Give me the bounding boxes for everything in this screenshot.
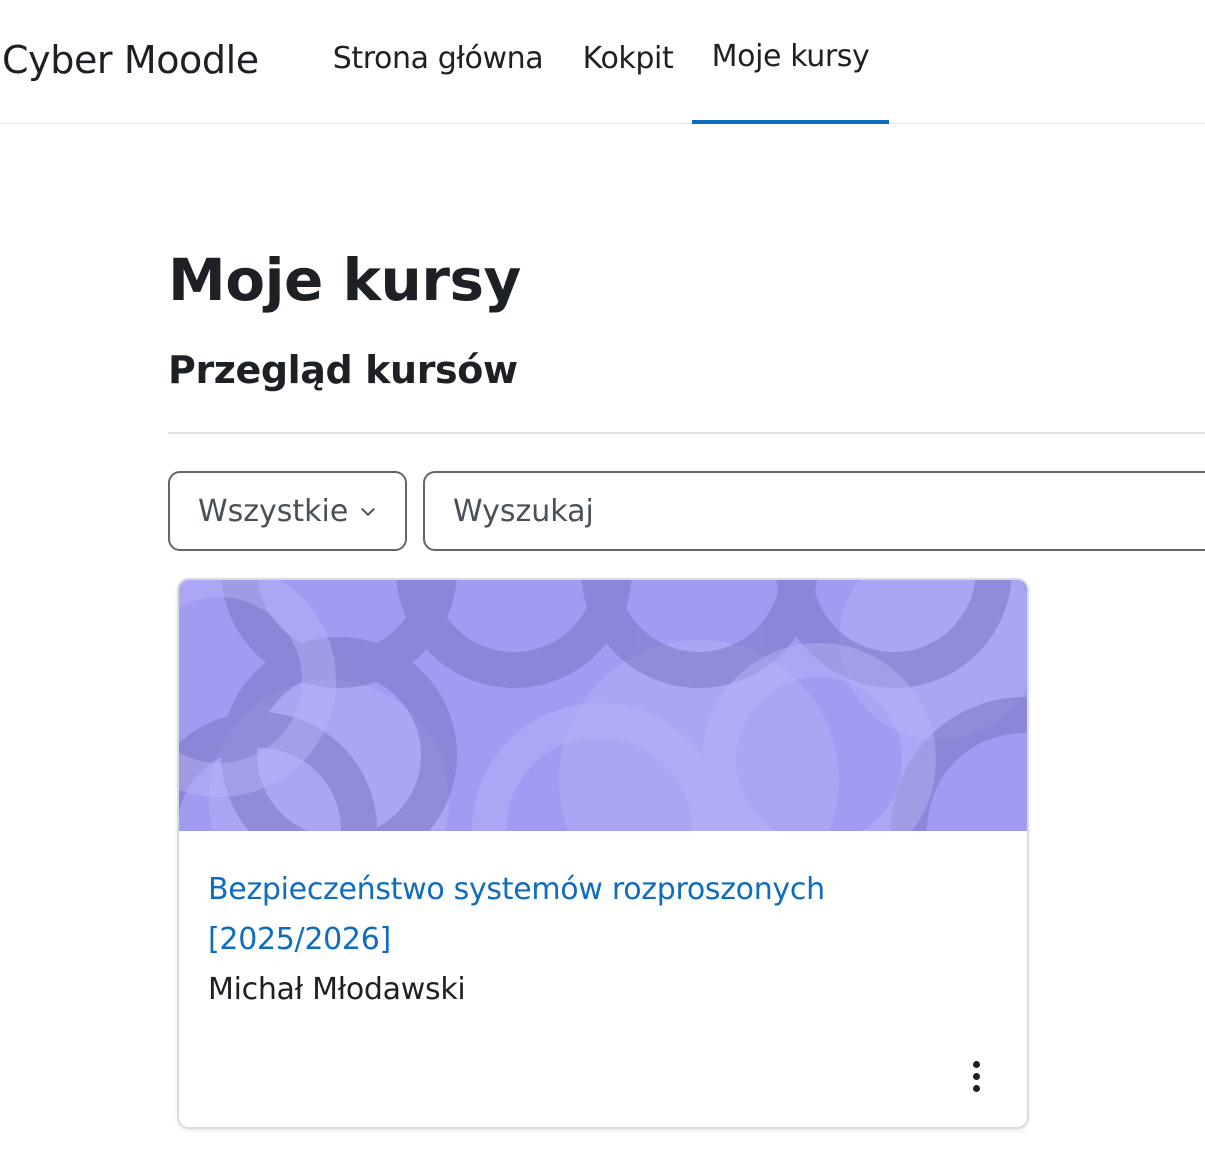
course-name-link[interactable]: Bezpieczeństwo systemów rozproszonych [2…: [208, 865, 998, 965]
top-navbar: Cyber Moodle Strona główna Kokpit Moje k…: [0, 0, 1205, 124]
section-title: Przegląd kursów: [168, 348, 518, 392]
course-body: Bezpieczeństwo systemów rozproszonych [2…: [208, 865, 998, 1015]
page-title: Moje kursy: [168, 246, 521, 314]
course-image[interactable]: [179, 580, 1027, 831]
site-brand[interactable]: Cyber Moodle: [2, 36, 259, 84]
search-input[interactable]: [423, 471, 1205, 551]
nav-item-label: Kokpit: [582, 40, 674, 76]
nav-item-my-courses[interactable]: Moje kursy: [692, 0, 889, 124]
section-divider: [168, 432, 1205, 434]
nav-item-label: Moje kursy: [711, 38, 870, 74]
nav-item-dashboard[interactable]: Kokpit: [564, 0, 692, 124]
menu-dot: [972, 1072, 980, 1080]
menu-dot: [972, 1084, 980, 1092]
chevron-down-icon: [361, 508, 375, 516]
grouping-dropdown[interactable]: Wszystkie: [168, 471, 407, 551]
course-card: Bezpieczeństwo systemów rozproszonych [2…: [177, 578, 1029, 1129]
grouping-dropdown-value: Wszystkie: [198, 493, 349, 529]
nav-item-home[interactable]: Strona główna: [316, 0, 560, 124]
course-actions-menu-button[interactable]: [961, 1054, 991, 1098]
course-teacher: Michał Młodawski: [208, 972, 466, 1007]
more-vertical-icon: [972, 1060, 980, 1068]
nav-item-label: Strona główna: [332, 40, 544, 76]
course-pattern-image: [179, 580, 1027, 831]
